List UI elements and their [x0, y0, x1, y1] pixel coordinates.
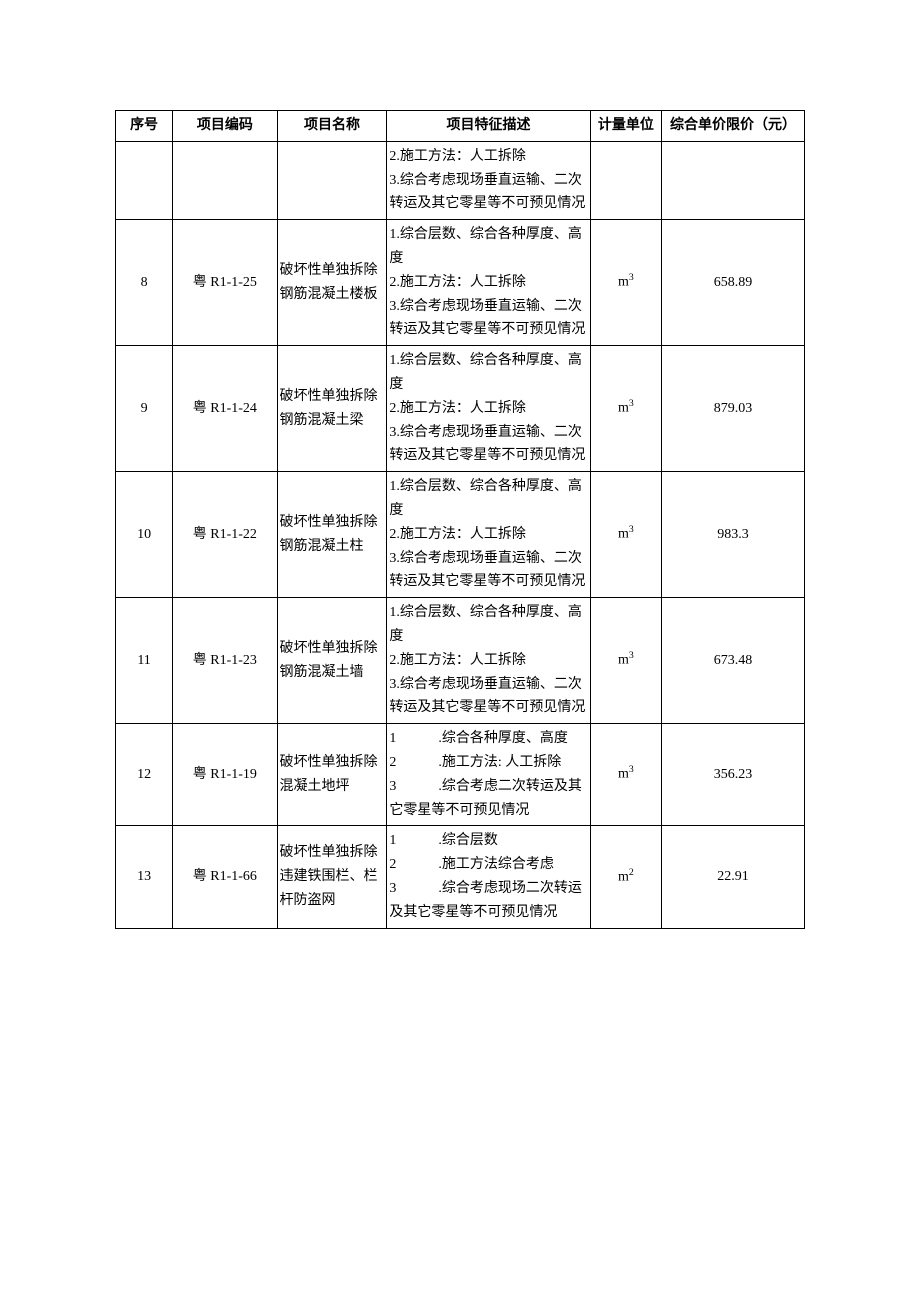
cell-unit: m3 [590, 346, 661, 472]
cell-desc: 1 .综合层数 2 .施工方法综合考虑 3 .综合考虑现场二次转运及其它零星等不… [387, 826, 590, 928]
cell-price: 658.89 [662, 220, 805, 346]
header-price: 综合单价限价（元） [662, 111, 805, 142]
unit-base: m [618, 527, 629, 542]
cell-code: 粤 R1-1-25 [173, 220, 277, 346]
unit-base: m [618, 869, 629, 884]
cell-code: 粤 R1-1-19 [173, 724, 277, 826]
header-code: 项目编码 [173, 111, 277, 142]
cell-desc: 1.综合层数、综合各种厚度、高度 2.施工方法：人工拆除 3.综合考虑现场垂直运… [387, 220, 590, 346]
cell-desc: 1.综合层数、综合各种厚度、高度 2.施工方法：人工拆除 3.综合考虑现场垂直运… [387, 598, 590, 724]
cell-code: 粤 R1-1-66 [173, 826, 277, 928]
cell-desc: 2.施工方法：人工拆除 3.综合考虑现场垂直运输、二次转运及其它零星等不可预见情… [387, 141, 590, 219]
header-desc: 项目特征描述 [387, 111, 590, 142]
pricing-table: 序号 项目编码 项目名称 项目特征描述 计量单位 综合单价限价（元） 2.施工方… [115, 110, 805, 929]
cell-desc: 1.综合层数、综合各种厚度、高度 2.施工方法：人工拆除 3.综合考虑现场垂直运… [387, 472, 590, 598]
cell-name: 破坏性单独拆除混凝土地坪 [277, 724, 387, 826]
table-header: 序号 项目编码 项目名称 项目特征描述 计量单位 综合单价限价（元） [116, 111, 805, 142]
cell-seq: 12 [116, 724, 173, 826]
cell-desc: 1.综合层数、综合各种厚度、高度 2.施工方法：人工拆除 3.综合考虑现场垂直运… [387, 346, 590, 472]
unit-base: m [618, 275, 629, 290]
cell-unit: m2 [590, 826, 661, 928]
cell-name: 破坏性单独拆除钢筋混凝土梁 [277, 346, 387, 472]
unit-base: m [618, 767, 629, 782]
cell-price: 356.23 [662, 724, 805, 826]
cell-name: 破坏性单独拆除钢筋混凝土墙 [277, 598, 387, 724]
cell-unit: m3 [590, 598, 661, 724]
cell-name [277, 141, 387, 219]
unit-sup: 3 [629, 398, 634, 409]
cell-name: 破坏性单独拆除钢筋混凝土柱 [277, 472, 387, 598]
unit-sup: 3 [629, 650, 634, 661]
table-row: 13粤 R1-1-66破坏性单独拆除违建铁围栏、栏杆防盗网1 .综合层数 2 .… [116, 826, 805, 928]
table-row: 11粤 R1-1-23破坏性单独拆除钢筋混凝土墙1.综合层数、综合各种厚度、高度… [116, 598, 805, 724]
table-row: 10粤 R1-1-22破坏性单独拆除钢筋混凝土柱1.综合层数、综合各种厚度、高度… [116, 472, 805, 598]
cell-price: 673.48 [662, 598, 805, 724]
cell-seq [116, 141, 173, 219]
cell-price: 22.91 [662, 826, 805, 928]
header-seq: 序号 [116, 111, 173, 142]
cell-seq: 10 [116, 472, 173, 598]
cell-unit: m3 [590, 472, 661, 598]
table-row: 2.施工方法：人工拆除 3.综合考虑现场垂直运输、二次转运及其它零星等不可预见情… [116, 141, 805, 219]
unit-sup: 3 [629, 524, 634, 535]
cell-unit: m3 [590, 724, 661, 826]
table-row: 9粤 R1-1-24破坏性单独拆除钢筋混凝土梁1.综合层数、综合各种厚度、高度 … [116, 346, 805, 472]
cell-price: 879.03 [662, 346, 805, 472]
table-body: 2.施工方法：人工拆除 3.综合考虑现场垂直运输、二次转运及其它零星等不可预见情… [116, 141, 805, 928]
cell-name: 破坏性单独拆除违建铁围栏、栏杆防盗网 [277, 826, 387, 928]
cell-code: 粤 R1-1-24 [173, 346, 277, 472]
header-unit: 计量单位 [590, 111, 661, 142]
cell-unit: m3 [590, 220, 661, 346]
cell-code [173, 141, 277, 219]
unit-base: m [618, 653, 629, 668]
cell-price: 983.3 [662, 472, 805, 598]
cell-seq: 8 [116, 220, 173, 346]
cell-desc: 1 .综合各种厚度、高度 2 .施工方法: 人工拆除 3 .综合考虑二次转运及其… [387, 724, 590, 826]
cell-code: 粤 R1-1-22 [173, 472, 277, 598]
table-row: 8粤 R1-1-25破坏性单独拆除钢筋混凝土楼板1.综合层数、综合各种厚度、高度… [116, 220, 805, 346]
cell-seq: 13 [116, 826, 173, 928]
cell-code: 粤 R1-1-23 [173, 598, 277, 724]
cell-seq: 11 [116, 598, 173, 724]
cell-unit [590, 141, 661, 219]
cell-seq: 9 [116, 346, 173, 472]
table-row: 12粤 R1-1-19破坏性单独拆除混凝土地坪1 .综合各种厚度、高度 2 .施… [116, 724, 805, 826]
unit-base: m [618, 401, 629, 416]
unit-sup: 2 [629, 867, 634, 878]
unit-sup: 3 [629, 272, 634, 283]
cell-price [662, 141, 805, 219]
header-name: 项目名称 [277, 111, 387, 142]
cell-name: 破坏性单独拆除钢筋混凝土楼板 [277, 220, 387, 346]
unit-sup: 3 [629, 764, 634, 775]
